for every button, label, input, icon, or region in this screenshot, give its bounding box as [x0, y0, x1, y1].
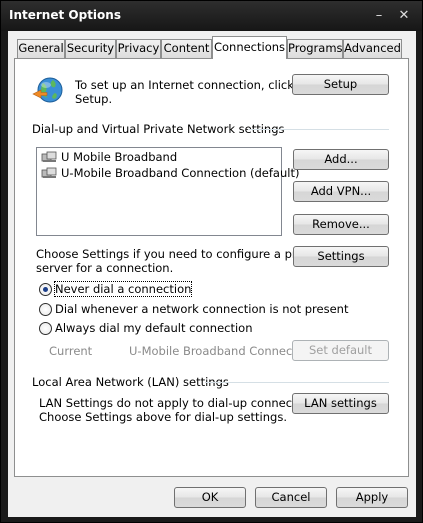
dialup-vpn-heading: Dial-up and Virtual Private Network sett… [32, 122, 285, 136]
never-dial-radio[interactable] [39, 283, 52, 296]
tab-advanced[interactable]: Advanced [343, 39, 402, 58]
dial-whenever-radio[interactable] [39, 303, 52, 316]
always-dial-radio[interactable] [39, 322, 52, 335]
lan-description-line1: LAN Settings do not apply to dial-up con… [39, 396, 324, 410]
dialup-connection-icon [41, 151, 57, 162]
dialup-separator [248, 129, 389, 130]
list-item[interactable]: U-Mobile Broadband Connection (default) [41, 165, 299, 181]
current-label: Current [49, 344, 93, 358]
set-default-button[interactable]: Set default [292, 340, 389, 361]
list-item[interactable]: U Mobile Broadband [41, 149, 177, 165]
cancel-button[interactable]: Cancel [255, 487, 327, 508]
never-dial-label[interactable]: Never dial a connection [53, 281, 193, 297]
tab-security[interactable]: Security [65, 39, 116, 58]
lan-settings-button[interactable]: LAN settings [292, 393, 389, 414]
tab-programs[interactable]: Programs [287, 39, 343, 58]
dialup-connection-icon [41, 167, 57, 178]
settings-description-line1: Choose Settings if you need to configure… [36, 247, 317, 261]
add-vpn-button[interactable]: Add VPN... [293, 181, 389, 202]
current-connection-value: U-Mobile Broadband Connection [129, 344, 315, 358]
lan-settings-heading: Local Area Network (LAN) settings [32, 375, 229, 389]
title-bar[interactable]: Internet Options – ✕ [1, 1, 422, 31]
radio-selected-dot [43, 287, 48, 292]
dial-whenever-label[interactable]: Dial whenever a network connection is no… [55, 302, 348, 316]
lan-description-line2: Choose Settings above for dial-up settin… [39, 410, 287, 424]
tab-content[interactable]: Content [161, 39, 212, 58]
tab-general[interactable]: General [17, 39, 65, 58]
dialog-client-area: General Security Privacy Content Connect… [8, 31, 416, 517]
globe-network-icon [32, 77, 63, 103]
minimize-button[interactable]: – [369, 7, 389, 25]
add-button[interactable]: Add... [293, 149, 389, 170]
internet-options-window: Internet Options – ✕ General Security Pr… [0, 0, 423, 523]
apply-button[interactable]: Apply [336, 487, 408, 508]
remove-button[interactable]: Remove... [293, 214, 389, 235]
setup-description-line1: To set up an Internet connection, click [75, 78, 294, 92]
tab-privacy[interactable]: Privacy [116, 39, 161, 58]
window-title: Internet Options [9, 8, 121, 22]
connections-listbox[interactable]: U Mobile Broadband U-Mobile Broadband Co… [36, 147, 299, 236]
connections-panel: To set up an Internet connection, click … [14, 58, 409, 477]
ok-button[interactable]: OK [174, 487, 246, 508]
settings-description-line2: server for a connection. [36, 261, 174, 275]
settings-button[interactable]: Settings [293, 246, 389, 267]
close-button[interactable]: ✕ [394, 7, 414, 25]
setup-description-line2: Setup. [75, 92, 113, 106]
setup-button[interactable]: Setup [292, 74, 389, 95]
tab-connections[interactable]: Connections [212, 36, 287, 59]
always-dial-label[interactable]: Always dial my default connection [55, 321, 253, 335]
lan-separator [205, 382, 389, 383]
